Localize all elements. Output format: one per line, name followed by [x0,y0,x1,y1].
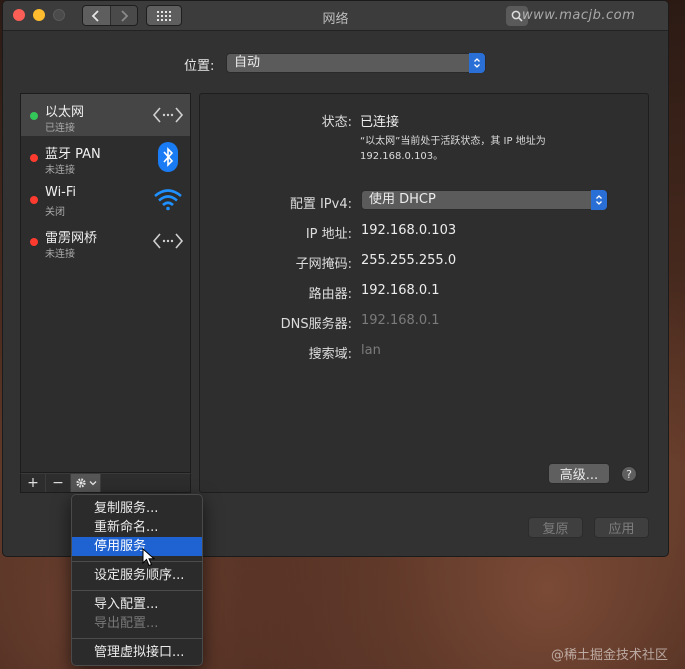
mouse-cursor-icon [142,548,156,567]
menu-item-rename-service[interactable]: 重新命名... [72,518,202,537]
status-dot [30,196,38,204]
apply-button[interactable]: 应用 [594,517,649,538]
subnet-mask-label: 子网掩码: [295,257,352,272]
menu-item-import-configurations[interactable]: 导入配置... [72,595,202,614]
service-item-thunderbolt-bridge[interactable]: 雷雳网桥 未连接 [21,220,190,262]
status-label: 状态: [321,115,352,130]
service-list: 以太网 已连接 蓝牙 PAN 未连接 Wi-Fi 关闭 雷雳网桥 未连接 [20,93,191,473]
select-arrows-icon [591,190,607,210]
location-select[interactable]: 自动 [226,53,486,73]
status-dot [30,112,38,120]
status-dot [30,238,38,246]
bluetooth-icon [152,141,184,173]
search-domain-value: lan [361,343,381,358]
service-name: 蓝牙 PAN [45,147,101,162]
watermark-top: www.macjb.com [522,8,636,23]
menu-item-disable-service[interactable]: 停用服务 [72,537,202,556]
ipv4-label: 配置 IPv4: [289,197,352,212]
location-value: 自动 [234,55,261,70]
menu-item-export-configurations: 导出配置... [94,616,159,631]
ipv4-config-value: 使用 DHCP [369,192,436,207]
ipv4-config-select[interactable]: 使用 DHCP [361,190,608,210]
thunderbolt-bridge-icon [152,225,184,257]
menu-item-manage-virtual-interfaces[interactable]: 管理虚拟接口... [72,643,202,662]
chevron-down-icon [89,481,96,486]
menu-separator [72,590,202,591]
service-action-menu: 复制服务... 重新命名... 停用服务 设定服务顺序... 导入配置... 导… [71,494,203,666]
status-description: “以太网”当前处于活跃状态，其 IP 地址为 192.168.0.103。 [360,136,546,162]
gear-icon [75,478,86,488]
dns-server-label: DNS服务器: [280,317,352,332]
service-name: Wi-Fi [45,185,77,200]
advanced-button[interactable]: 高级... [548,463,610,484]
ethernet-icon [152,99,184,131]
service-item-bluetooth-pan[interactable]: 蓝牙 PAN 未连接 [21,136,190,178]
service-item-ethernet[interactable]: 以太网 已连接 [21,94,190,136]
wifi-icon [152,183,184,215]
service-list-toolbar: + − [20,473,191,493]
router-value: 192.168.0.1 [361,283,440,298]
subnet-mask-value: 255.255.255.0 [361,253,457,268]
service-name: 以太网 [45,105,85,120]
service-status: 关闭 [45,207,65,218]
dns-server-value: 192.168.0.1 [361,313,440,328]
watermark-bottom: @稀土掘金技术社区 [551,648,669,663]
service-status: 已连接 [45,123,75,134]
search-domain-label: 搜索域: [308,347,352,362]
service-name: 雷雳网桥 [45,231,98,246]
remove-service-button[interactable]: − [46,474,71,492]
service-status: 未连接 [45,165,75,176]
location-label: 位置: [184,59,215,74]
ip-address-label: IP 地址: [305,227,352,242]
service-item-wifi[interactable]: Wi-Fi 关闭 [21,178,190,220]
service-status: 未连接 [45,249,75,260]
ip-address-value: 192.168.0.103 [361,223,457,238]
menu-item-duplicate-service[interactable]: 复制服务... [72,499,202,518]
action-menu-button[interactable] [71,474,101,492]
status-value: 已连接 [360,115,400,130]
title-bar: 网络 www.macjb.com [3,1,668,31]
revert-button[interactable]: 复原 [528,517,583,538]
help-button[interactable]: ? [621,466,637,482]
router-label: 路由器: [308,287,352,302]
add-service-button[interactable]: + [21,474,46,492]
menu-separator [72,561,202,562]
menu-separator [72,638,202,639]
select-arrows-icon [469,53,485,73]
status-dot [30,154,38,162]
menu-item-set-service-order[interactable]: 设定服务顺序... [72,566,202,585]
